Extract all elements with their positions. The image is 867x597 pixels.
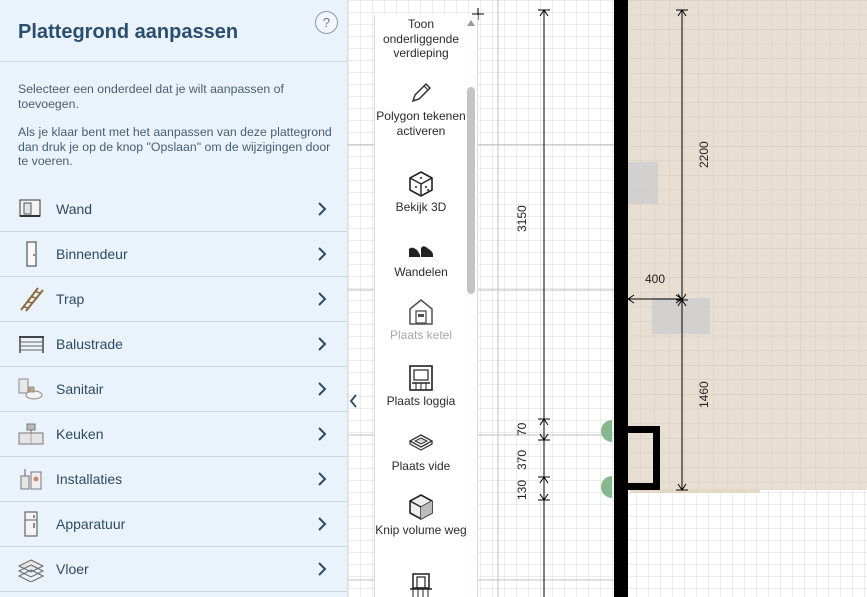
tool-place-balcony[interactable] [375, 572, 467, 597]
dimension-label: 2200 [697, 141, 711, 168]
tool-label: Knip volume weg [375, 523, 467, 537]
menu-item-installaties[interactable]: Installaties [0, 457, 347, 502]
kitchen-icon [18, 423, 44, 445]
dimension-label: 370 [515, 450, 529, 470]
wall-icon [19, 199, 41, 217]
intro-text: Selecteer een onderdeel dat je wilt aanp… [18, 82, 284, 111]
menu-item-label: Apparatuur [56, 516, 126, 532]
tool-view-3d[interactable]: Bekijk 3D [375, 170, 467, 215]
toolbar-scroll-thumb[interactable] [467, 87, 475, 294]
chevron-right-icon [318, 517, 327, 531]
cube-3d-icon [409, 171, 433, 197]
tool-place-loggia[interactable]: Plaats loggia [375, 364, 467, 409]
furniture-block[interactable] [652, 298, 710, 334]
stairs-icon [20, 287, 44, 312]
help-button[interactable]: ? [315, 11, 338, 34]
sidebar-panel: Plattegrond aanpassen ? Selecteer een on… [0, 0, 348, 597]
chevron-right-icon [318, 202, 327, 216]
furniture-block[interactable] [628, 162, 658, 204]
tool-place-boiler[interactable]: Plaats ketel [375, 298, 467, 343]
installations-icon [20, 469, 42, 490]
menu-item-vloer[interactable]: Vloer [0, 547, 347, 592]
tool-place-vide[interactable]: Plaats vide [375, 429, 467, 474]
tool-label: Bekijk 3D [395, 200, 447, 214]
chevron-right-icon [318, 382, 327, 396]
chevron-right-icon [318, 292, 327, 306]
menu-item-label: Trap [56, 291, 85, 307]
tool-polygon-draw[interactable]: Polygon tekenen activeren [375, 79, 467, 138]
menu-item-label: Installaties [56, 471, 123, 487]
door-icon [26, 241, 37, 267]
chevron-right-icon [318, 337, 327, 351]
dimension-label: 1460 [697, 381, 711, 408]
dimension-label: 3150 [515, 205, 529, 232]
tool-panel: Toon onderliggende verdieping Polygon te… [374, 15, 478, 597]
tool-label: Plaats loggia [386, 394, 456, 408]
tool-walk[interactable]: Wandelen [375, 235, 467, 280]
page-title: Plattegrond aanpassen [18, 21, 239, 43]
scroll-up-icon[interactable] [466, 19, 476, 27]
sidebar-header: Plattegrond aanpassen ? [0, 0, 347, 62]
chevron-right-icon [318, 427, 327, 441]
tool-label: Wandelen [394, 265, 448, 279]
menu-item-label: Wand [56, 201, 93, 217]
tool-label: Toon onderliggende verdieping [382, 17, 460, 60]
cut-volume-icon [409, 494, 433, 520]
menu-item-apparatuur[interactable]: Apparatuur [0, 502, 347, 547]
appliance-icon [24, 511, 38, 537]
tool-label: Polygon tekenen activeren [376, 109, 466, 138]
collapse-panel-icon[interactable] [349, 393, 359, 409]
dimension-label: 70 [515, 422, 529, 436]
tool-label: Plaats vide [391, 459, 451, 473]
menu-item-label: Vloer [56, 561, 89, 577]
tool-show-underlying-floor[interactable]: Toon onderliggende verdieping [375, 15, 467, 61]
dimension-label: 400 [645, 272, 665, 286]
menu-item-label: Sanitair [56, 381, 104, 397]
menu-item-label: Binnendeur [56, 246, 128, 262]
menu-item-wand[interactable]: Wand [0, 187, 347, 232]
menu-item-binnendeur[interactable]: Binnendeur [0, 232, 347, 277]
menu-item-label: Balustrade [56, 336, 123, 352]
menu-item-balustrade[interactable]: Balustrade [0, 322, 347, 367]
wall[interactable] [614, 0, 628, 597]
walk-shoes-icon [409, 246, 433, 257]
vide-icon [408, 434, 434, 451]
chevron-right-icon [318, 472, 327, 486]
dimension-label: 130 [515, 480, 529, 500]
sanitary-icon [18, 378, 43, 400]
menu-item-keuken[interactable]: Keuken [0, 412, 347, 457]
component-menu: Wand Binnendeur Trap Balustrade Sanitair… [0, 187, 347, 592]
menu-item-sanitair[interactable]: Sanitair [0, 367, 347, 412]
menu-item-label: Keuken [56, 426, 104, 442]
chevron-right-icon [318, 247, 327, 261]
tool-cut-volume[interactable]: Knip volume weg [375, 493, 467, 538]
room-grid [628, 0, 867, 490]
boiler-icon [409, 299, 433, 325]
pencil-icon [411, 82, 432, 103]
instructions-text: Als je klaar bent met het aanpassen van … [18, 125, 332, 169]
balcony-icon [410, 573, 432, 597]
tool-label: Plaats ketel [389, 328, 453, 342]
floor-icon [17, 559, 45, 582]
balustrade-icon [19, 336, 44, 353]
chevron-right-icon [318, 562, 327, 576]
loggia-icon [409, 365, 433, 391]
menu-item-trap[interactable]: Trap [0, 277, 347, 322]
